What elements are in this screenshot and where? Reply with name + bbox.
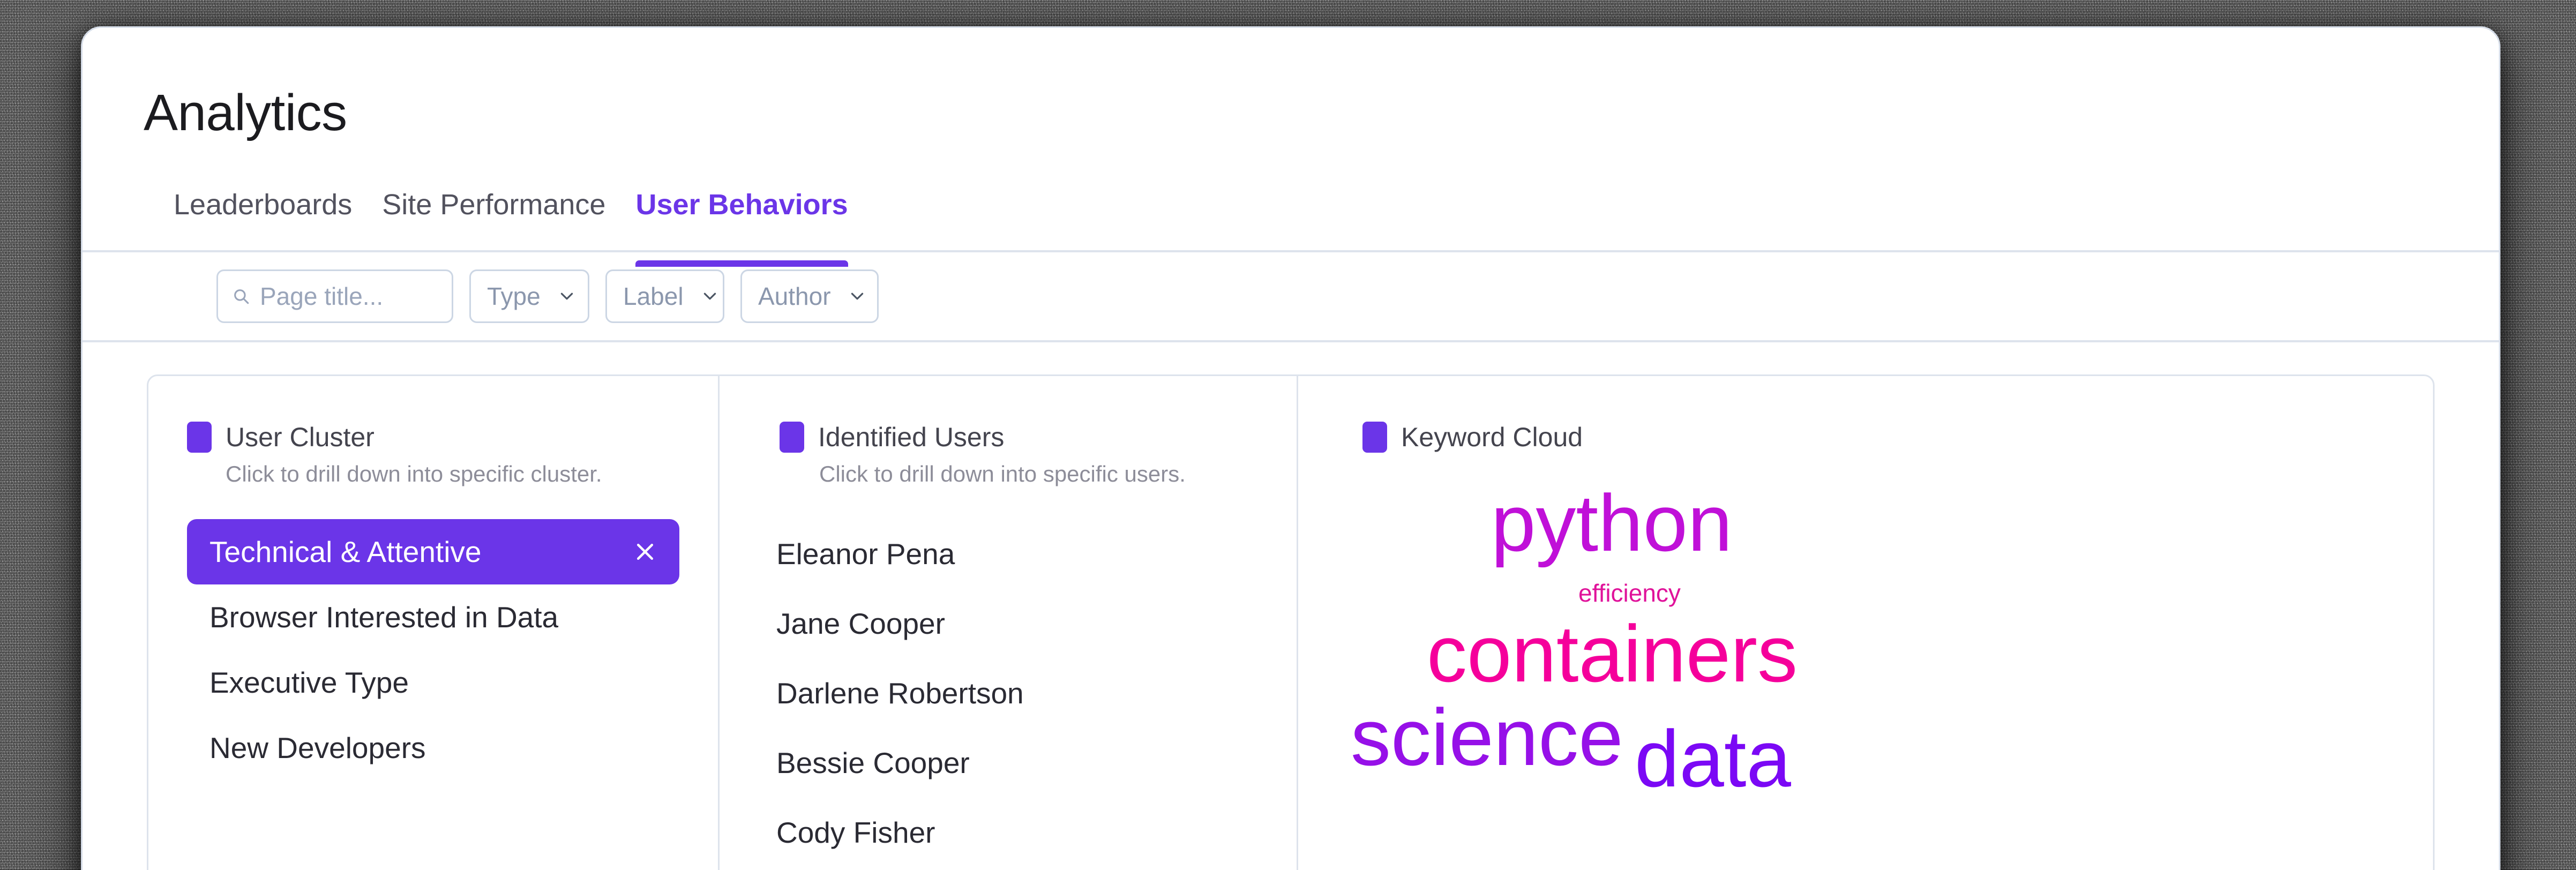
panel-user-cluster: User Cluster Click to drill down into sp…: [148, 376, 718, 870]
search-placeholder: Page title...: [260, 282, 384, 310]
filter-select-author[interactable]: Author: [740, 269, 879, 323]
panel-user-cluster-title: User Cluster: [226, 422, 375, 452]
panel-identified-users-title: Identified Users: [818, 422, 1005, 452]
search-icon: [234, 289, 249, 304]
word-cloud-term[interactable]: python: [1491, 483, 1732, 563]
word-cloud-term[interactable]: containers: [1427, 613, 1798, 694]
users-list: Eleanor Pena Jane Cooper Darlene Roberts…: [720, 519, 1297, 867]
cluster-item[interactable]: Browser Interested in Data: [187, 584, 679, 650]
word-cloud-term[interactable]: efficiency: [1578, 581, 1681, 605]
user-item-label: Darlene Robertson: [776, 677, 1024, 710]
cluster-item[interactable]: Executive Type: [187, 650, 679, 715]
color-swatch-icon: [187, 422, 212, 453]
panel-user-cluster-subtitle: Click to drill down into specific cluste…: [226, 461, 602, 486]
cluster-item-selected[interactable]: Technical & Attentive: [187, 519, 679, 584]
list-item[interactable]: Cody Fisher: [776, 798, 1240, 867]
cluster-item-label: Technical & Attentive: [209, 535, 482, 568]
close-icon[interactable]: [633, 540, 657, 564]
filter-select-label[interactable]: Label: [605, 269, 724, 323]
tab-leaderboards[interactable]: Leaderboards: [144, 186, 382, 221]
panel-keyword-cloud-title-row: Keyword Cloud: [1298, 422, 2433, 453]
chevron-down-icon: [703, 292, 716, 300]
user-item-label: Eleanor Pena: [776, 537, 955, 571]
color-swatch-icon: [1362, 422, 1387, 453]
tab-user-behaviors[interactable]: User Behaviors: [605, 186, 878, 268]
panel-identified-users-title-row: Identified Users: [720, 422, 1297, 453]
cluster-item[interactable]: New Developers: [187, 715, 679, 781]
list-item[interactable]: Jane Cooper: [776, 589, 1240, 658]
list-item[interactable]: Bessie Cooper: [776, 728, 1240, 798]
panel-identified-users: Identified Users Click to drill down int…: [718, 376, 1297, 870]
word-cloud-term[interactable]: science: [1351, 697, 1623, 777]
tab-site-performance[interactable]: Site Performance: [352, 186, 635, 221]
panel-user-cluster-title-row: User Cluster: [148, 422, 718, 453]
word-cloud-term[interactable]: data: [1635, 718, 1791, 799]
page-title: Analytics: [144, 84, 347, 141]
tab-bar: Leaderboards Site Performance User Behav…: [83, 186, 2499, 268]
cluster-list: Technical & Attentive Browser Interested…: [148, 519, 718, 781]
filter-select-author-label: Author: [758, 282, 831, 310]
user-item-label: Jane Cooper: [776, 607, 945, 640]
list-item[interactable]: Darlene Robertson: [776, 658, 1240, 728]
application-window: Analytics Leaderboards Site Performance …: [81, 26, 2500, 870]
list-item[interactable]: Eleanor Pena: [776, 519, 1240, 589]
search-input[interactable]: Page title...: [216, 269, 453, 323]
filter-bar: Page title... Type Label Author: [83, 252, 2499, 342]
word-cloud: python efficiency containers science dat…: [1298, 467, 2433, 870]
cluster-item-label: New Developers: [209, 731, 426, 764]
panels-card: User Cluster Click to drill down into sp…: [147, 374, 2435, 870]
filter-select-label-label: Label: [623, 282, 684, 310]
color-swatch-icon: [780, 422, 804, 453]
cluster-item-label: Browser Interested in Data: [209, 601, 559, 634]
filter-select-type[interactable]: Type: [469, 269, 589, 323]
chevron-down-icon: [560, 292, 573, 300]
panel-user-cluster-header: User Cluster Click to drill down into sp…: [148, 422, 718, 487]
user-item-label: Bessie Cooper: [776, 746, 970, 779]
cluster-item-label: Executive Type: [209, 666, 409, 699]
panel-identified-users-header: Identified Users Click to drill down int…: [720, 422, 1297, 487]
panel-keyword-cloud-title: Keyword Cloud: [1401, 422, 1583, 452]
panel-keyword-cloud-header: Keyword Cloud: [1298, 422, 2433, 453]
user-item-label: Cody Fisher: [776, 816, 935, 849]
panels-container: User Cluster Click to drill down into sp…: [83, 342, 2499, 870]
filter-select-type-label: Type: [487, 282, 541, 310]
chevron-down-icon: [851, 292, 863, 300]
panel-identified-users-subtitle: Click to drill down into specific users.: [819, 461, 1186, 486]
panel-keyword-cloud: Keyword Cloud python efficiency containe…: [1297, 376, 2433, 870]
